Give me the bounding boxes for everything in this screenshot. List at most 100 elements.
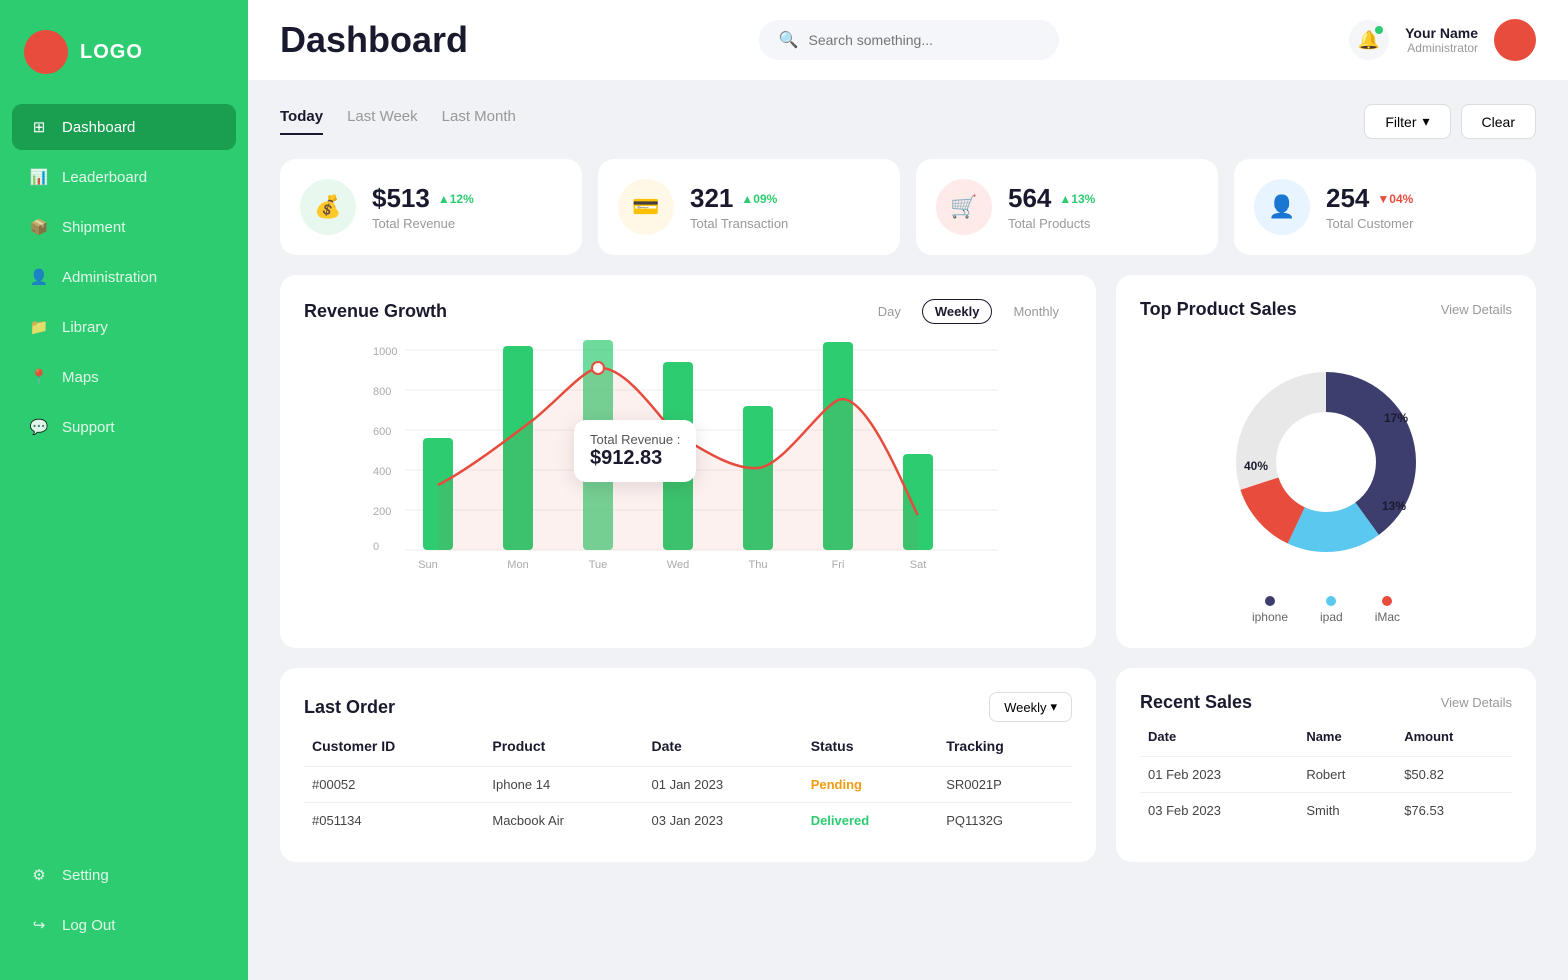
legend-label-iphone: iphone bbox=[1252, 610, 1288, 624]
sidebar-item-label: Shipment bbox=[62, 219, 125, 236]
legend-label-ipad: ipad bbox=[1320, 610, 1343, 624]
sidebar-nav: ⊞ Dashboard 📊Leaderboard 📦 Shipment 👤Administ… bbox=[0, 104, 248, 840]
shipment-icon: 📦 bbox=[28, 216, 50, 238]
recent-date: 01 Feb 2023 bbox=[1140, 757, 1298, 793]
tab-last-week[interactable]: Last Week bbox=[347, 108, 418, 135]
chevron-down-icon: ▾ bbox=[1423, 113, 1430, 130]
tabs-row: Today Last Week Last Month Filter ▾ Clear bbox=[280, 104, 1536, 139]
sidebar-item-label: Library bbox=[62, 319, 108, 336]
stat-icon-revenue: 💰 bbox=[300, 179, 356, 235]
orders-col-customer-id: Customer ID bbox=[304, 738, 484, 767]
stat-label-revenue: Total Revenue bbox=[372, 216, 474, 231]
pie-legend: iphone ipad iMac bbox=[1140, 596, 1512, 624]
svg-text:800: 800 bbox=[373, 386, 391, 398]
stat-change-revenue: ▲12% bbox=[438, 192, 474, 206]
page-title: Dashboard bbox=[280, 19, 468, 61]
orders-table-head: Customer IDProductDateStatusTracking bbox=[304, 738, 1072, 767]
svg-text:1000: 1000 bbox=[373, 346, 397, 358]
chart-tooltip: Total Revenue : $912.83 bbox=[574, 420, 696, 482]
order-date: 01 Jan 2023 bbox=[644, 767, 803, 803]
charts-row: Revenue Growth DayWeeklyMonthly 1000 800… bbox=[280, 275, 1536, 648]
sidebar-item-label: Setting bbox=[62, 867, 109, 884]
period-tab-day[interactable]: Day bbox=[865, 299, 914, 324]
sidebar-logo: LOGO bbox=[0, 20, 248, 104]
sidebar-item-administration[interactable]: 👤Administration bbox=[12, 254, 236, 300]
dashboard-icon: ⊞ bbox=[28, 116, 50, 138]
table-row: #00052 Iphone 14 01 Jan 2023 Pending SR0… bbox=[304, 767, 1072, 803]
stat-icon-transaction: 💳 bbox=[618, 179, 674, 235]
recent-sales-card: Recent Sales View Details DateNameAmount… bbox=[1116, 668, 1536, 862]
order-tracking: PQ1132G bbox=[938, 803, 1072, 839]
user-role: Administrator bbox=[1405, 41, 1478, 55]
sidebar-item-support[interactable]: 💬Support bbox=[12, 404, 236, 450]
recent-sales-head: DateNameAmount bbox=[1140, 729, 1512, 757]
sidebar-item-maps[interactable]: 📍Maps bbox=[12, 354, 236, 400]
chart-area: 1000 800 600 400 200 0 bbox=[304, 340, 1072, 580]
search-input[interactable] bbox=[809, 32, 1029, 48]
topbar-right: 🔔 Your Name Administrator bbox=[1349, 19, 1536, 61]
tabs-container: Today Last Week Last Month bbox=[280, 108, 516, 135]
main: Dashboard 🔍 🔔 Your Name Administrator To… bbox=[248, 0, 1568, 980]
recent-date: 03 Feb 2023 bbox=[1140, 793, 1298, 829]
period-tab-monthly[interactable]: Monthly bbox=[1000, 299, 1072, 324]
order-date: 03 Jan 2023 bbox=[644, 803, 803, 839]
tab-last-month[interactable]: Last Month bbox=[442, 108, 516, 135]
sidebar-item-logout[interactable]: ↪ Log Out bbox=[12, 902, 236, 948]
sidebar-item-library[interactable]: 📁 Library bbox=[12, 304, 236, 350]
svg-text:40%: 40% bbox=[1244, 459, 1268, 473]
tab-today[interactable]: Today bbox=[280, 108, 323, 135]
filter-label: Filter bbox=[1385, 114, 1416, 130]
last-order-header: Last Order Weekly ▾ bbox=[304, 692, 1072, 722]
stats-row: 💰 $513 ▲12% Total Revenue 💳 321 ▲09% Tot… bbox=[280, 159, 1536, 255]
orders-col-status: Status bbox=[803, 738, 939, 767]
logout-icon: ↪ bbox=[28, 914, 50, 936]
recent-amount: $50.82 bbox=[1396, 757, 1512, 793]
sidebar-bottom: ⚙Setting ↪ Log Out bbox=[0, 840, 248, 960]
legend-dot-iphone bbox=[1265, 596, 1275, 606]
sidebar-item-setting[interactable]: ⚙Setting bbox=[12, 852, 236, 898]
logo-text: LOGO bbox=[80, 41, 143, 64]
sidebar-item-label: Log Out bbox=[62, 917, 115, 934]
tab-actions: Filter ▾ Clear bbox=[1364, 104, 1536, 139]
last-order-card: Last Order Weekly ▾ Customer IDProductDa… bbox=[280, 668, 1096, 862]
sidebar-item-dashboard[interactable]: ⊞ Dashboard bbox=[12, 104, 236, 150]
sidebar-item-leaderboard[interactable]: 📊Leaderboard bbox=[12, 154, 236, 200]
weekly-select[interactable]: Weekly ▾ bbox=[989, 692, 1072, 722]
stat-card-revenue: 💰 $513 ▲12% Total Revenue bbox=[280, 159, 582, 255]
sidebar-item-label: Leaderboard bbox=[62, 169, 147, 186]
topbar: Dashboard 🔍 🔔 Your Name Administrator bbox=[248, 0, 1568, 80]
list-item: 03 Feb 2023 Smith $76.53 bbox=[1140, 793, 1512, 829]
sidebar-item-label: Dashboard bbox=[62, 119, 135, 136]
svg-text:Mon: Mon bbox=[507, 559, 528, 571]
svg-text:200: 200 bbox=[373, 506, 391, 518]
stat-value-transaction: 321 ▲09% bbox=[690, 183, 788, 214]
order-tracking: SR0021P bbox=[938, 767, 1072, 803]
pie-chart-container: 40% 17% 13% bbox=[1140, 352, 1512, 572]
filter-button[interactable]: Filter ▾ bbox=[1364, 104, 1450, 139]
legend-item-ipad: ipad bbox=[1320, 596, 1343, 624]
sidebar: LOGO ⊞ Dashboard 📊Leaderboard 📦 Shipment 👤Adm… bbox=[0, 0, 248, 980]
notification-button[interactable]: 🔔 bbox=[1349, 20, 1389, 60]
view-details-button[interactable]: View Details bbox=[1441, 302, 1512, 317]
order-product: Macbook Air bbox=[484, 803, 643, 839]
legend-item-iphone: iphone bbox=[1252, 596, 1288, 624]
stat-card-customer: 👤 254 ▼04% Total Customer bbox=[1234, 159, 1536, 255]
library-icon: 📁 bbox=[28, 316, 50, 338]
recent-amount: $76.53 bbox=[1396, 793, 1512, 829]
legend-label-iMac: iMac bbox=[1375, 610, 1400, 624]
recent-sales-header: Recent Sales View Details bbox=[1140, 692, 1512, 713]
recent-col-amount: Amount bbox=[1396, 729, 1512, 757]
top-product-sales-title: Top Product Sales bbox=[1140, 299, 1297, 320]
search-bar: 🔍 bbox=[759, 20, 1059, 60]
recent-sales-body: 01 Feb 2023 Robert $50.82 03 Feb 2023 Sm… bbox=[1140, 757, 1512, 829]
stat-info-customer: 254 ▼04% Total Customer bbox=[1326, 183, 1413, 231]
sidebar-item-shipment[interactable]: 📦 Shipment bbox=[12, 204, 236, 250]
svg-text:Wed: Wed bbox=[667, 559, 689, 571]
recent-sales-view-details[interactable]: View Details bbox=[1441, 695, 1512, 710]
user-name: Your Name bbox=[1405, 25, 1478, 41]
sidebar-item-label: Maps bbox=[62, 369, 99, 386]
period-tab-weekly[interactable]: Weekly bbox=[922, 299, 993, 324]
recent-col-name: Name bbox=[1298, 729, 1396, 757]
clear-button[interactable]: Clear bbox=[1461, 104, 1536, 139]
recent-col-date: Date bbox=[1140, 729, 1298, 757]
